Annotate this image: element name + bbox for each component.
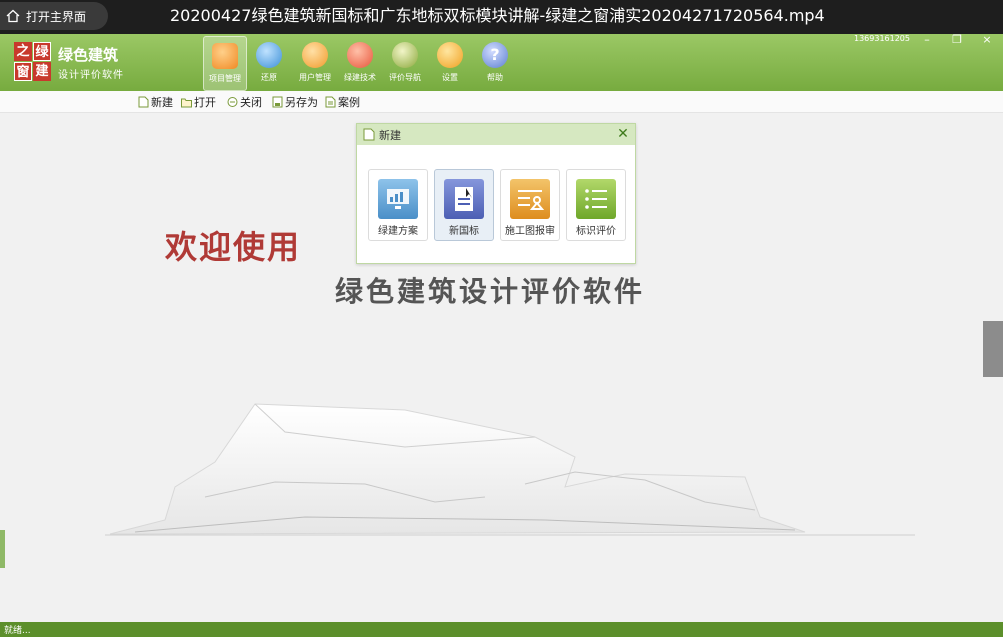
toolbar-label: 绿建技术 bbox=[344, 73, 376, 82]
open-main-label: 打开主界面 bbox=[26, 9, 87, 24]
app-logo: 之 绿 窗 建 bbox=[14, 42, 52, 82]
new-button[interactable]: 新建 bbox=[138, 94, 173, 110]
drawing-review-icon bbox=[510, 179, 550, 219]
status-bar: 就绪... bbox=[0, 622, 1003, 637]
player-top-bar: 打开主界面 20200427绿色建筑新国标和广东地标双标模块讲解-绿建之窗浦实2… bbox=[0, 0, 1003, 34]
left-resize-handle[interactable] bbox=[0, 530, 5, 568]
toolbar-label: 还原 bbox=[261, 73, 277, 82]
logo-char: 建 bbox=[33, 62, 51, 81]
close-button[interactable]: 关闭 bbox=[227, 94, 262, 110]
toolbar-label: 设置 bbox=[442, 73, 458, 82]
option-label: 新国标 bbox=[449, 226, 479, 237]
case-label: 案例 bbox=[338, 96, 360, 109]
open-folder-icon bbox=[181, 98, 192, 108]
toolbar-evaluation-nav[interactable]: 评价导航 bbox=[384, 36, 426, 89]
file-toolbar: 新建 打开 关闭 另存为 案例 bbox=[0, 91, 1003, 113]
status-text: 就绪... bbox=[4, 626, 31, 636]
vertical-scrollbar-thumb[interactable] bbox=[983, 321, 1003, 377]
toolbar-restore[interactable]: 还原 bbox=[248, 36, 290, 89]
toolbar-green-tech[interactable]: 绿建技术 bbox=[339, 36, 381, 89]
brand-title: 绿色建筑 bbox=[58, 46, 119, 64]
software-name: 绿色建筑设计评价软件 bbox=[335, 275, 646, 308]
logo-char: 绿 bbox=[33, 42, 51, 61]
option-label: 施工图报审 bbox=[505, 226, 555, 237]
welcome-heading: 欢迎使用 bbox=[165, 228, 302, 266]
checklist-icon bbox=[576, 179, 616, 219]
case-icon bbox=[325, 96, 336, 108]
open-button[interactable]: 打开 bbox=[181, 94, 216, 110]
user-icon bbox=[302, 42, 328, 68]
dialog-header: 新建 ✕ bbox=[357, 124, 635, 145]
open-label: 打开 bbox=[194, 96, 216, 109]
open-main-button[interactable]: 打开主界面 bbox=[0, 2, 108, 30]
new-label: 新建 bbox=[151, 96, 173, 109]
restore-window-button[interactable]: ❐ bbox=[950, 34, 964, 48]
navigation-icon bbox=[392, 42, 418, 68]
gear-icon bbox=[437, 42, 463, 68]
new-file-icon bbox=[138, 96, 149, 108]
toolbar-user-management[interactable]: 用户管理 bbox=[294, 36, 336, 89]
tech-icon bbox=[347, 42, 373, 68]
restore-icon bbox=[256, 42, 282, 68]
option-label-evaluation[interactable]: 标识评价 bbox=[566, 169, 626, 241]
option-label: 标识评价 bbox=[576, 226, 616, 237]
chart-screen-icon bbox=[378, 179, 418, 219]
home-icon bbox=[6, 9, 20, 23]
toolbar-label: 用户管理 bbox=[299, 73, 331, 82]
document-icon bbox=[444, 179, 484, 219]
save-as-button[interactable]: 另存为 bbox=[272, 94, 318, 110]
brand-subtitle: 设计评价软件 bbox=[58, 70, 124, 81]
close-circle-icon bbox=[227, 97, 238, 107]
option-new-national-standard[interactable]: 新国标 bbox=[434, 169, 494, 241]
save-as-icon bbox=[272, 96, 283, 108]
close-window-button[interactable]: × bbox=[980, 34, 994, 48]
option-green-scheme[interactable]: 绿建方案 bbox=[368, 169, 428, 241]
new-project-dialog: 新建 ✕ 绿建方案 新国标 施工图报审 标识评价 bbox=[356, 123, 636, 264]
user-info: 13693161205 bbox=[854, 34, 910, 43]
dialog-title: 新建 bbox=[379, 128, 401, 142]
toolbar-settings[interactable]: 设置 bbox=[429, 36, 471, 89]
option-label: 绿建方案 bbox=[378, 226, 418, 237]
dialog-close-button[interactable]: ✕ bbox=[616, 127, 630, 141]
toolbar-help[interactable]: ? 帮助 bbox=[474, 36, 516, 89]
video-title: 20200427绿色建筑新国标和广东地标双标模块讲解-绿建之窗浦实2020427… bbox=[170, 6, 825, 25]
save-as-label: 另存为 bbox=[285, 96, 318, 109]
close-label: 关闭 bbox=[240, 96, 262, 109]
new-file-icon bbox=[363, 128, 375, 141]
toolbar-label: 帮助 bbox=[487, 73, 503, 82]
case-button[interactable]: 案例 bbox=[325, 94, 360, 110]
toolbar-label: 项目管理 bbox=[209, 74, 241, 83]
logo-char: 窗 bbox=[14, 62, 32, 81]
logo-char: 之 bbox=[14, 42, 32, 61]
folder-icon bbox=[212, 43, 238, 69]
minimize-button[interactable]: – bbox=[920, 34, 934, 48]
app-header: 之 绿 窗 建 绿色建筑 设计评价软件 项目管理 还原 用户管理 绿建技术 评价… bbox=[0, 34, 1003, 91]
option-construction-review[interactable]: 施工图报审 bbox=[500, 169, 560, 241]
help-icon: ? bbox=[482, 42, 508, 68]
toolbar-label: 评价导航 bbox=[389, 73, 421, 82]
toolbar-project-management[interactable]: 项目管理 bbox=[203, 36, 247, 91]
building-illustration bbox=[105, 403, 915, 536]
